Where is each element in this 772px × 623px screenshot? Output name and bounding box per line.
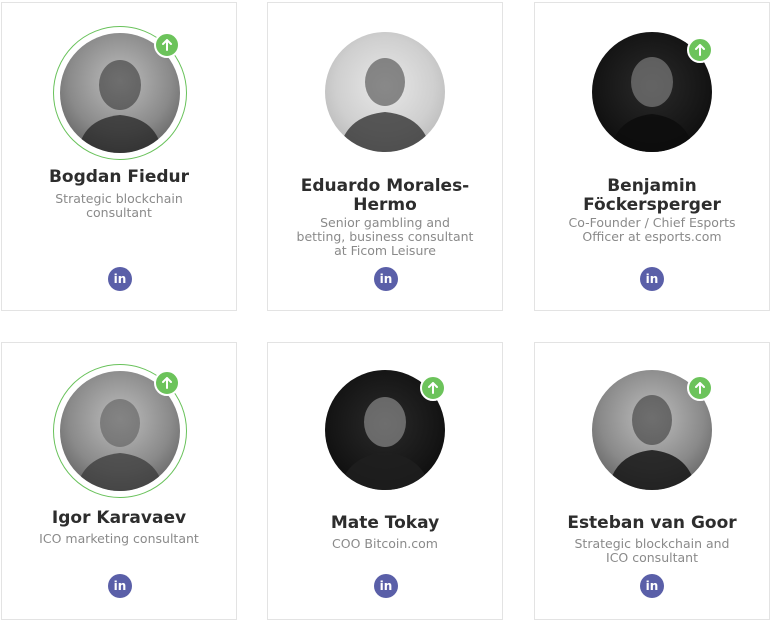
linkedin-icon[interactable]: in xyxy=(640,267,664,291)
person-name: Benjamin Föckersperger xyxy=(583,176,721,215)
advisor-card: Benjamin Föckersperger Co-Founder / Chie… xyxy=(534,2,770,311)
arrow-up-icon[interactable] xyxy=(687,375,713,401)
arrow-up-icon[interactable] xyxy=(154,32,180,58)
person-role: Co-Founder / Chief Esports Officer at es… xyxy=(568,215,736,244)
person-role: COO Bitcoin.com xyxy=(332,536,438,551)
linkedin-icon[interactable]: in xyxy=(640,574,664,598)
advisor-card: Esteban van Goor Strategic blockchain an… xyxy=(534,342,770,620)
linkedin-icon[interactable]: in xyxy=(108,267,132,291)
person-name: Bogdan Fiedur xyxy=(48,167,190,187)
arrow-up-icon[interactable] xyxy=(687,37,713,63)
advisor-card: Mate Tokay COO Bitcoin.com in xyxy=(267,342,503,620)
person-name: Igor Karavaev xyxy=(51,508,187,528)
advisor-card: Eduardo Morales-Hermo Senior gambling an… xyxy=(267,2,503,311)
advisor-card: Bogdan Fiedur Strategic blockchain consu… xyxy=(1,2,237,311)
person-name: Mate Tokay xyxy=(330,513,440,533)
linkedin-icon[interactable]: in xyxy=(374,267,398,291)
linkedin-icon[interactable]: in xyxy=(374,574,398,598)
arrow-up-icon[interactable] xyxy=(154,370,180,396)
arrow-up-icon[interactable] xyxy=(420,375,446,401)
avatar xyxy=(325,32,445,152)
advisor-card: Igor Karavaev ICO marketing consultant i… xyxy=(1,342,237,620)
person-name: Esteban van Goor xyxy=(567,513,737,533)
person-role: Senior gambling and betting, business co… xyxy=(296,215,474,258)
linkedin-icon[interactable]: in xyxy=(108,574,132,598)
person-role: Strategic blockchain and ICO consultant xyxy=(574,536,730,565)
person-role: Strategic blockchain consultant xyxy=(55,191,183,220)
person-name: Eduardo Morales-Hermo xyxy=(300,176,470,215)
person-role: ICO marketing consultant xyxy=(39,531,199,546)
